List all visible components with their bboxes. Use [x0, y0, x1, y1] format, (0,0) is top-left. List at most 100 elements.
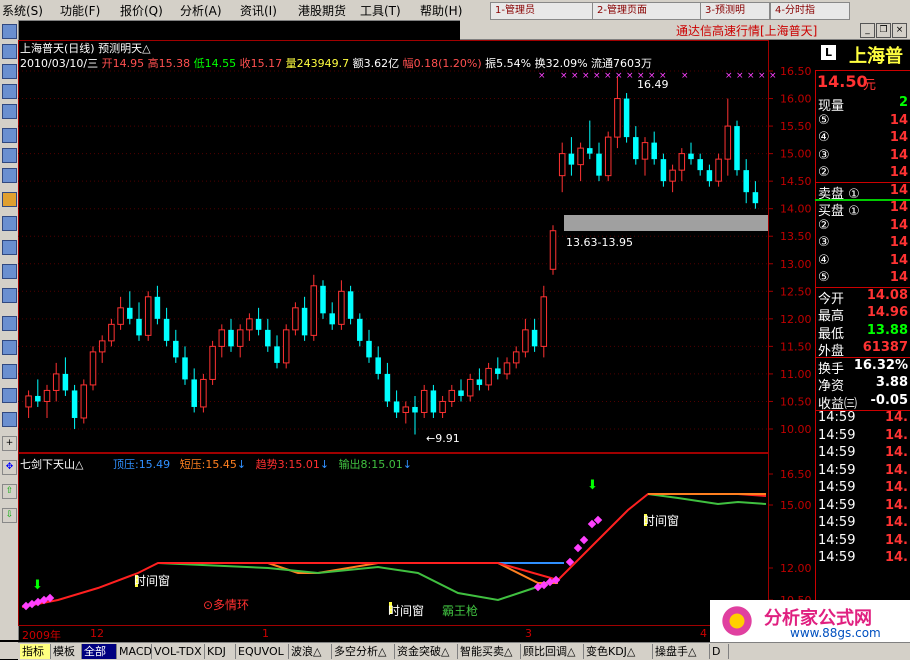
quote-row-label: ④ [818, 130, 830, 145]
indicator-tab[interactable]: 模板 [51, 644, 82, 659]
restore-icon[interactable]: ❐ [876, 23, 891, 38]
toolbar-icon-13[interactable] [2, 288, 17, 303]
indicator-tab[interactable]: D [710, 644, 729, 659]
quote-row-label: 14:59 [818, 532, 856, 548]
quote-row-value: 14 [889, 252, 908, 268]
quote-row-value: 16.32% [853, 357, 908, 373]
quote-row: 14:59 14. [815, 480, 910, 498]
quote-row-value: 14 [889, 182, 908, 198]
toolbar-icon-11[interactable] [2, 240, 17, 255]
quote-row-label: 买盘 ① [818, 204, 860, 219]
menu-hk-futures[interactable]: 港股期货 [298, 2, 346, 19]
close-value: 15.17 [250, 57, 283, 70]
current-price-row: 14.50 元 [815, 71, 910, 93]
toolbar-icon-9[interactable] [2, 192, 17, 207]
time-label-year: 2009年 [22, 629, 61, 642]
high-label: 高 [147, 57, 159, 70]
current-price: 14.50 [817, 72, 868, 91]
indicator-tab[interactable]: 操盘手△ [653, 644, 710, 659]
minimize-icon[interactable]: _ [860, 23, 875, 38]
toolbar-icon-16[interactable] [2, 364, 17, 379]
toolbar-icon-12[interactable] [2, 264, 17, 279]
indicator-name: 七剑下天山△ [20, 458, 84, 471]
menu-quote[interactable]: 报价(Q) [120, 2, 163, 19]
window-tab-3[interactable]: 3-预测明 [700, 2, 770, 20]
date-value: 2010/03/10/三 [20, 57, 99, 70]
price-tick-label: 14.00 [780, 203, 812, 216]
support-zone-box [564, 215, 768, 231]
down-arrow-icon-1: ⬇ [32, 578, 43, 593]
indicator-tab[interactable]: 资金突破△ [395, 644, 458, 659]
indicator-tab[interactable]: 智能买卖△ [458, 644, 521, 659]
time-axis: 2009年 12 1 3 4 [18, 627, 815, 642]
zone-annotation: 13.63-13.95 [566, 236, 633, 249]
indicator-tab[interactable]: 顾比回调△ [521, 644, 584, 659]
menu-info[interactable]: 资讯(I) [240, 2, 277, 19]
menu-help[interactable]: 帮助(H) [420, 2, 462, 19]
candle-body [752, 192, 759, 204]
zoom-in-icon[interactable]: + [2, 436, 17, 451]
price-tick-label: 14.50 [780, 175, 812, 188]
price-panel-border [18, 40, 769, 453]
indicator-tab[interactable]: VOL-TDX [152, 644, 205, 659]
indicator-tab[interactable]: MACD [117, 644, 152, 659]
toolbar-icon-3[interactable] [2, 64, 17, 79]
quote-row-value: 14 [889, 270, 908, 285]
signal-diamond [579, 535, 589, 545]
turnover-label: 换 [534, 57, 546, 70]
candle-body [338, 290, 345, 325]
quote-row-value: 14 [889, 235, 908, 250]
candle-body [503, 362, 511, 375]
menu-system[interactable]: 系统(S) [2, 2, 43, 19]
quote-row-value: 14. [884, 427, 908, 443]
toolbar-icon-1[interactable] [2, 24, 17, 39]
toolbar-icon-6[interactable] [2, 128, 17, 143]
quote-row-label: ⑤ [818, 270, 830, 285]
low-annotation: ←9.91 [426, 432, 460, 445]
menu-analysis[interactable]: 分析(A) [180, 2, 222, 19]
indicator-tab[interactable]: EQUVOL [236, 644, 289, 659]
arrow-down-icon[interactable]: ⇩ [2, 508, 17, 523]
toolbar-icon-2[interactable] [2, 44, 17, 59]
window-tab-2[interactable]: 2-管理页面 [592, 2, 702, 20]
logo-url: www.88gs.com [790, 626, 881, 640]
indicator-tab[interactable]: KDJ [205, 644, 236, 659]
candle-body [651, 142, 657, 160]
toolbar-icon-5[interactable] [2, 104, 17, 119]
toolbar-icon-8[interactable] [2, 168, 17, 183]
indicator-tab[interactable]: 指标 [20, 644, 51, 659]
candle-body [466, 378, 474, 397]
indicator-tab[interactable]: 波浪△ [289, 644, 332, 659]
window-tab-4[interactable]: 4-分时指 [770, 2, 850, 20]
candle-body [633, 137, 639, 160]
toolbar-icon-17[interactable] [2, 388, 17, 403]
menu-function[interactable]: 功能(F) [60, 2, 100, 19]
move-icon[interactable]: ✥ [2, 460, 17, 475]
close-icon[interactable]: × [892, 23, 907, 38]
arrow-up-icon[interactable]: ⇧ [2, 484, 17, 499]
menu-tools[interactable]: 工具(T) [360, 2, 401, 19]
toolbar-icon-7[interactable] [2, 148, 17, 163]
quote-row: 14:59 14. [815, 515, 910, 533]
quote-row-label: 14:59 [818, 480, 856, 495]
toolbar-icon-15[interactable] [2, 340, 17, 355]
indicator-tab[interactable]: 多空分析△ [332, 644, 395, 659]
high-value: 15.38 [158, 57, 191, 70]
candle-body [274, 346, 280, 363]
indicator-tab[interactable]: 全部 [82, 644, 117, 659]
signal-marker: × [626, 71, 634, 81]
price-tick-label: 16.00 [780, 93, 812, 106]
indicator-tab[interactable]: 变色KDJ△ [584, 644, 653, 659]
candle-body [558, 153, 566, 177]
quote-row-label: 14:59 [818, 410, 856, 425]
signal-marker: × [571, 71, 579, 81]
low-value: 14.55 [204, 57, 237, 70]
toolbar-icon-10[interactable] [2, 216, 17, 231]
toolbar-icon-18[interactable] [2, 412, 17, 427]
toolbar-icon-14[interactable] [2, 316, 17, 331]
candle-body [549, 230, 557, 270]
quote-row: 换手 16.32% [815, 357, 910, 377]
toolbar-icon-4[interactable] [2, 84, 17, 99]
window-tab-1[interactable]: 1-管理员 [490, 2, 595, 20]
kline-chart[interactable]: × × × × × × × × × × × × × × × × × 16.5016.0015.5015.0014… [18, 20, 815, 640]
